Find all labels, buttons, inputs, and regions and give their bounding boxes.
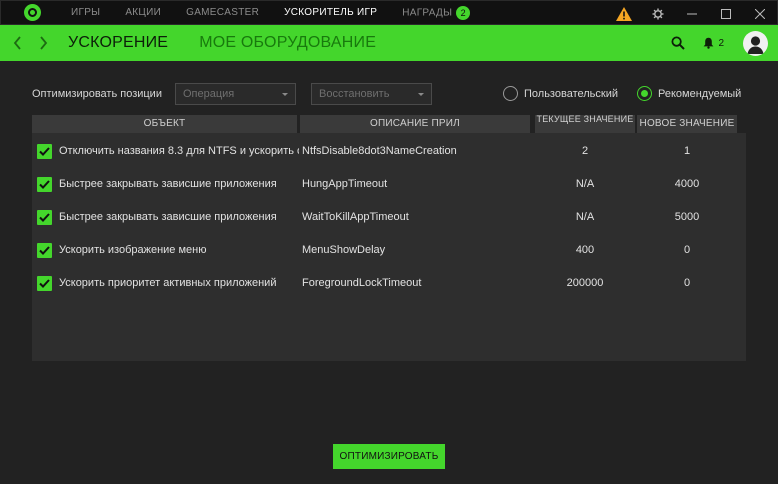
row-checkbox[interactable]	[37, 144, 52, 159]
checkmark-icon	[39, 147, 50, 156]
settings-gear-icon[interactable]	[641, 1, 675, 26]
user-silhouette-icon	[747, 35, 764, 54]
nav-game-booster[interactable]: УСКОРИТЕЛЬ ИГР	[284, 7, 377, 18]
nav-games[interactable]: ИГРЫ	[71, 7, 100, 18]
boost-subnav-bar: УСКОРЕНИЕ МОЕ ОБОРУДОВАНИЕ 2	[0, 25, 778, 61]
user-avatar[interactable]	[743, 30, 768, 56]
warning-icon[interactable]	[607, 1, 641, 26]
checkmark-icon	[39, 180, 50, 189]
close-icon[interactable]	[743, 1, 777, 26]
restore-select-placeholder: Восстановить	[319, 88, 390, 100]
subnav-actions: 2	[671, 25, 778, 61]
row-checkbox[interactable]	[37, 243, 52, 258]
notification-count: 2	[718, 37, 724, 49]
row-new-value: 5000	[674, 211, 700, 223]
window-controls	[607, 1, 777, 26]
row-current-value: 200000	[566, 277, 604, 289]
row-current-value: 400	[575, 244, 595, 256]
row-description: MenuShowDelay	[302, 244, 386, 256]
nav-rewards[interactable]: НАГРАДЫ 2	[402, 5, 471, 20]
row-new-value: 1	[683, 145, 691, 157]
row-current-value: N/A	[575, 211, 595, 223]
table-row: Ускорить приоритет активных приложений F…	[32, 269, 746, 297]
row-object: Быстрее закрывать зависшие приложения	[59, 178, 277, 190]
row-checkbox[interactable]	[37, 210, 52, 225]
radio-custom-circle[interactable]	[503, 86, 518, 101]
row-description: ForegroundLockTimeout	[302, 277, 422, 289]
table-row: Быстрее закрывать зависшие приложения Wa…	[32, 203, 746, 231]
header-new-value: НОВОЕ ЗНАЧЕНИЕ	[637, 115, 737, 133]
row-current-value: N/A	[575, 178, 595, 190]
nav-gamecaster[interactable]: GAMECASTER	[186, 7, 259, 18]
operation-select[interactable]: Операция	[175, 83, 296, 105]
tab-my-hardware[interactable]: МОЕ ОБОРУДОВАНИЕ	[199, 34, 376, 52]
row-description: HungAppTimeout	[302, 178, 388, 190]
row-current-value: 2	[581, 145, 589, 157]
header-description: ОПИСАНИЕ ПРИЛ	[300, 115, 530, 133]
table-row: Быстрее закрывать зависшие приложения Hu…	[32, 170, 746, 198]
top-nav-menu: ИГРЫ АКЦИИ GAMECASTER УСКОРИТЕЛЬ ИГР НАГ…	[71, 1, 495, 24]
restore-select[interactable]: Восстановить	[311, 83, 432, 105]
row-object: Быстрее закрывать зависшие приложения	[59, 211, 277, 223]
radio-recommended[interactable]: Рекомендуемый	[637, 86, 741, 101]
optimization-table: ОБЪЕКТ ОПИСАНИЕ ПРИЛ ТЕКУЩЕЕ ЗНАЧЕНИЕ НО…	[32, 115, 746, 361]
checkmark-icon	[39, 279, 50, 288]
radio-selected-dot	[641, 90, 648, 97]
table-header: ОБЪЕКТ ОПИСАНИЕ ПРИЛ ТЕКУЩЕЕ ЗНАЧЕНИЕ НО…	[32, 115, 746, 133]
rewards-badge: 2	[456, 5, 471, 20]
row-new-value: 0	[683, 244, 691, 256]
optimize-button[interactable]: ОПТИМИЗИРОВАТЬ	[333, 444, 445, 469]
row-new-value: 4000	[674, 178, 700, 190]
radio-custom-label: Пользовательский	[524, 87, 618, 100]
row-object: Ускорить приоритет активных приложений	[59, 277, 277, 289]
row-checkbox[interactable]	[37, 276, 52, 291]
radio-recommended-circle[interactable]	[637, 86, 652, 101]
checkmark-icon	[39, 246, 50, 255]
back-arrow-icon[interactable]	[4, 25, 30, 61]
optimize-items-label: Оптимизировать позиции	[32, 88, 162, 100]
table-row: Ускорить изображение меню MenuShowDelay …	[32, 236, 746, 264]
header-current-value: ТЕКУЩЕЕ ЗНАЧЕНИЕ	[535, 115, 635, 133]
notification-bell-icon[interactable]: 2	[703, 37, 724, 49]
radio-recommended-label: Рекомендуемый	[658, 87, 742, 100]
tab-boost[interactable]: УСКОРЕНИЕ	[68, 34, 168, 52]
forward-arrow-icon[interactable]	[30, 25, 56, 61]
row-new-value: 0	[683, 277, 691, 289]
search-icon[interactable]	[671, 36, 686, 50]
razer-cortex-logo-icon[interactable]	[24, 4, 41, 21]
row-object: Ускорить изображение меню	[59, 244, 207, 256]
row-description: NtfsDisable8dot3NameCreation	[302, 145, 457, 157]
row-checkbox[interactable]	[37, 177, 52, 192]
chevron-down-icon	[282, 93, 288, 96]
radio-custom[interactable]: Пользовательский	[503, 86, 618, 101]
row-description: WaitToKillAppTimeout	[302, 211, 409, 223]
row-object: Отключить названия 8.3 для NTFS и ускори…	[59, 145, 299, 157]
maximize-icon[interactable]	[709, 1, 743, 26]
header-object: ОБЪЕКТ	[32, 115, 297, 133]
nav-deals[interactable]: АКЦИИ	[125, 7, 161, 18]
checkmark-icon	[39, 213, 50, 222]
table-row: Отключить названия 8.3 для NTFS и ускори…	[32, 137, 746, 165]
nav-rewards-label: НАГРАДЫ	[402, 7, 453, 19]
operation-select-placeholder: Операция	[183, 88, 235, 100]
chevron-down-icon	[418, 93, 424, 96]
minimize-icon[interactable]	[675, 1, 709, 26]
top-navigation-bar: ИГРЫ АКЦИИ GAMECASTER УСКОРИТЕЛЬ ИГР НАГ…	[0, 0, 778, 25]
